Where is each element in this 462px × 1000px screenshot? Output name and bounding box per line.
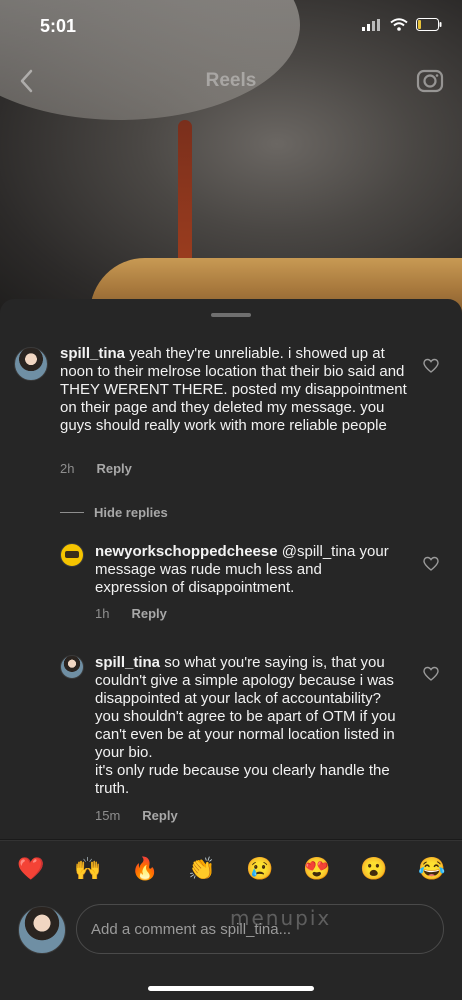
emoji-crying-icon[interactable]: 😢	[246, 855, 274, 883]
reply-button[interactable]: Reply	[96, 461, 131, 476]
reply-time: 15m	[95, 808, 121, 823]
hide-replies-divider	[60, 512, 84, 513]
comment-meta: 2h Reply	[60, 461, 132, 476]
like-heart-icon[interactable]	[423, 556, 439, 572]
home-indicator[interactable]	[148, 986, 314, 991]
battery-icon	[416, 18, 442, 31]
like-heart-icon[interactable]	[423, 666, 439, 682]
emoji-laughing-icon[interactable]: 😂	[418, 855, 446, 883]
reply-button[interactable]: Reply	[131, 606, 166, 621]
avatar[interactable]	[60, 655, 84, 679]
signal-icon	[362, 18, 380, 31]
emoji-heart-icon[interactable]: ❤️	[17, 855, 45, 883]
comment-composer: menupix	[0, 900, 462, 1000]
comment-body: spill_tina yeah they're unreliable. i sh…	[60, 345, 410, 435]
comment-time: 2h	[60, 461, 75, 476]
wifi-icon	[390, 18, 408, 31]
avatar-logo-shape	[65, 551, 79, 558]
camera-icon[interactable]	[416, 66, 444, 94]
reply-body: newyorkschoppedcheese @spill_tina your m…	[95, 543, 395, 597]
reply-item: spill_tina so what you're saying is, tha…	[0, 643, 462, 833]
reply-meta: 15m Reply	[95, 808, 178, 823]
reply-mention[interactable]: @spill_tina	[282, 543, 356, 560]
emoji-raised-hands-icon[interactable]: 🙌	[74, 855, 102, 883]
page-title: Reels	[205, 70, 257, 91]
emoji-fire-icon[interactable]: 🔥	[131, 855, 159, 883]
watermark-text: menupix	[230, 906, 332, 930]
reply-text-continued: it's only rude because you clearly handl…	[95, 762, 390, 797]
status-icons	[362, 18, 442, 31]
emoji-heart-eyes-icon[interactable]: 😍	[303, 855, 331, 883]
emoji-clapping-icon[interactable]: 👏	[188, 855, 216, 883]
reply-button[interactable]: Reply	[142, 808, 177, 823]
current-user-avatar[interactable]	[18, 906, 66, 954]
reply-username[interactable]: newyorkschoppedcheese	[95, 543, 278, 560]
emoji-reaction-bar: ❤️ 🙌 🔥 👏 😢 😍 😮 😂	[0, 840, 462, 901]
comments-sheet: spill_tina yeah they're unreliable. i sh…	[0, 299, 462, 839]
comment-item: spill_tina yeah they're unreliable. i sh…	[0, 299, 462, 489]
status-bar: 5:01	[0, 0, 462, 52]
emoji-surprised-icon[interactable]: 😮	[360, 855, 388, 883]
reply-item: newyorkschoppedcheese @spill_tina your m…	[0, 531, 462, 631]
avatar[interactable]	[14, 347, 48, 381]
reply-body: spill_tina so what you're saying is, tha…	[95, 654, 397, 798]
hide-replies-label: Hide replies	[94, 505, 168, 520]
hide-replies-button[interactable]: Hide replies	[60, 505, 168, 520]
comment-username[interactable]: spill_tina	[60, 345, 125, 362]
reply-username[interactable]: spill_tina	[95, 654, 160, 671]
reply-time: 1h	[95, 606, 110, 621]
avatar[interactable]	[60, 543, 84, 567]
like-heart-icon[interactable]	[423, 358, 439, 374]
status-time: 5:01	[40, 16, 77, 36]
reply-meta: 1h Reply	[95, 606, 167, 621]
reels-header: Reels	[0, 62, 462, 102]
